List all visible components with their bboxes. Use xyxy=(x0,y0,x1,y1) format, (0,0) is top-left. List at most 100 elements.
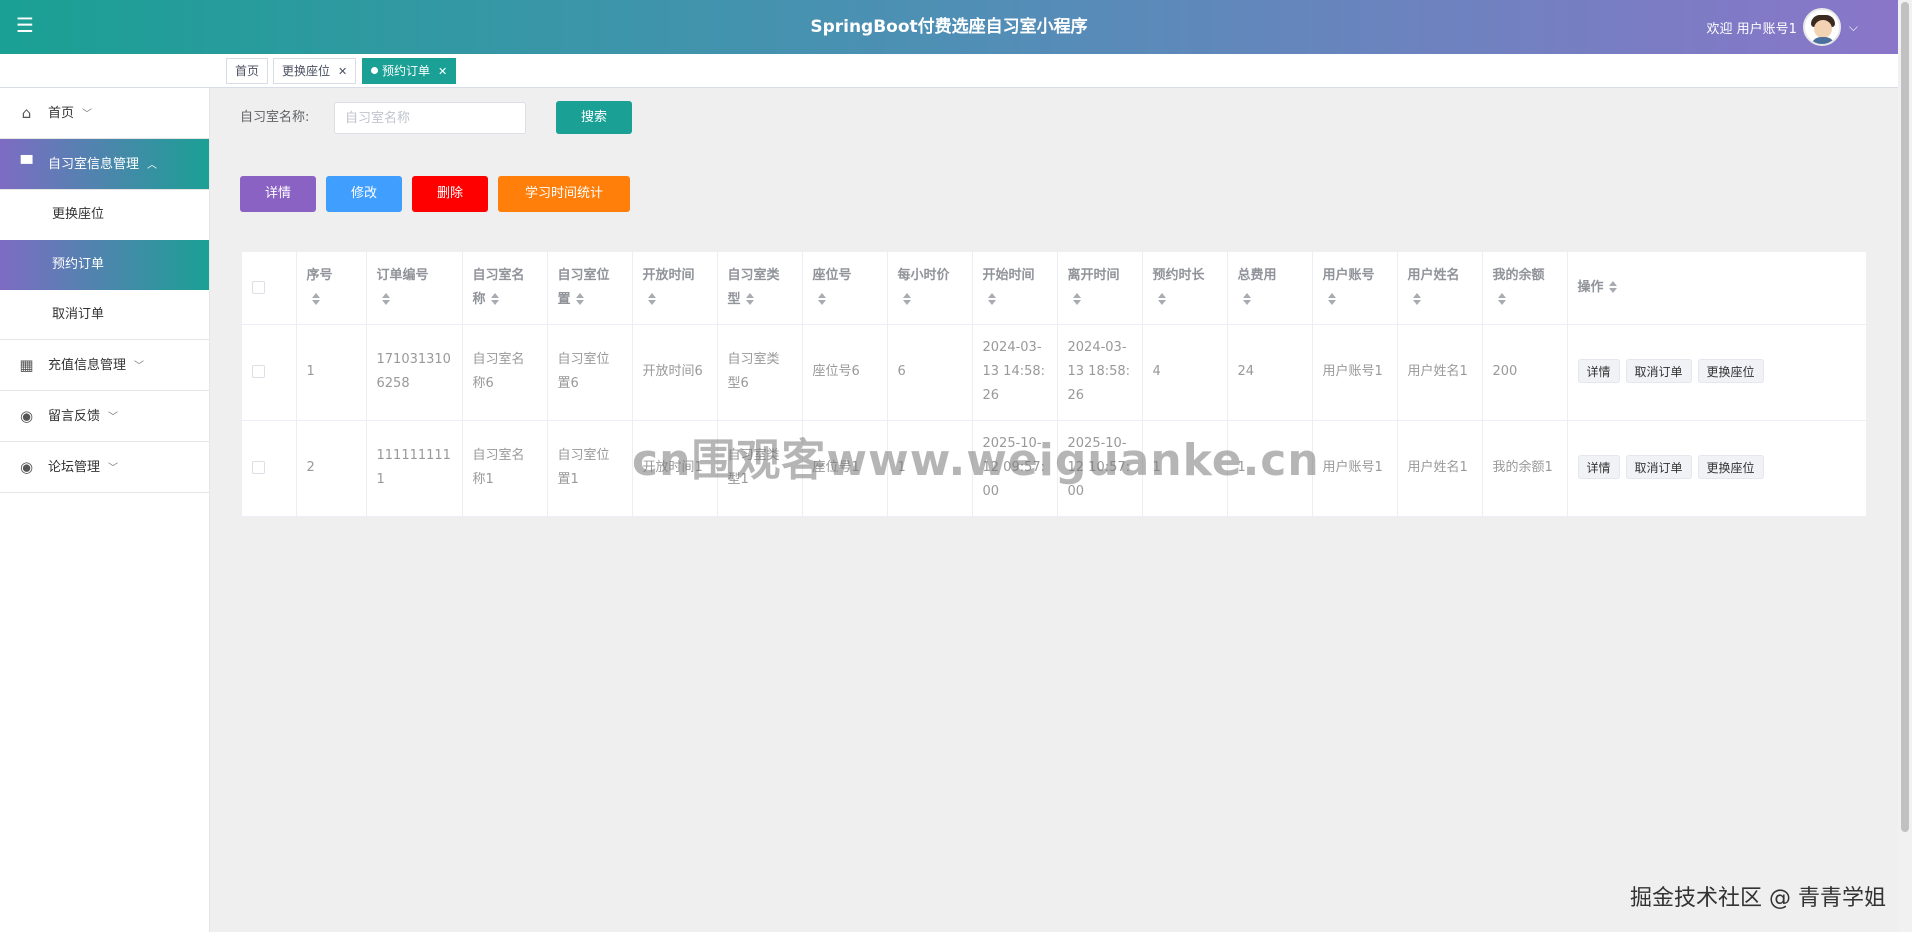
row-detail-button[interactable]: 详情 xyxy=(1577,359,1620,383)
tag-reservation-orders[interactable]: 预约订单 ✕ xyxy=(362,58,457,84)
column-header[interactable]: 开始时间 xyxy=(972,252,1058,325)
table-cell: 用户账号1 xyxy=(1312,420,1398,517)
tag-label: 预约订单 xyxy=(382,64,431,78)
footer-watermark: 掘金技术社区 @ 青青学姐 xyxy=(1630,886,1886,911)
avatar[interactable] xyxy=(1802,8,1841,46)
sort-icon[interactable] xyxy=(1157,292,1167,306)
table-cell: 1 xyxy=(1142,420,1228,517)
table-cell: 座位号1 xyxy=(802,420,888,517)
sort-icon[interactable] xyxy=(1327,292,1337,306)
sort-icon[interactable] xyxy=(311,292,321,306)
study-time-stats-button[interactable]: 学习时间统计 xyxy=(498,176,630,212)
column-header[interactable]: 预约时长 xyxy=(1142,252,1228,325)
page-scrollbar[interactable] xyxy=(1898,0,1912,932)
sidebar-item-change-seat[interactable]: 更换座位 xyxy=(0,190,209,240)
sort-icon[interactable] xyxy=(902,292,912,306)
edit-button[interactable]: 修改 xyxy=(326,176,402,212)
table-cell: 自习室位置6 xyxy=(547,324,633,421)
table-cell: 2024-03-13 14:58:26 xyxy=(972,324,1058,421)
column-header[interactable]: 序号 xyxy=(296,252,367,325)
column-header[interactable]: 订单编号 xyxy=(366,252,463,325)
chevron-down-icon: ﹀ xyxy=(82,109,93,120)
table-cell: 座位号6 xyxy=(802,324,888,421)
close-icon[interactable]: ✕ xyxy=(438,65,447,78)
sort-icon[interactable] xyxy=(647,292,657,306)
row-checkbox[interactable] xyxy=(252,461,265,474)
tag-home[interactable]: 首页 xyxy=(226,58,269,84)
sort-icon[interactable] xyxy=(1608,280,1618,294)
column-header[interactable]: 每小时价 xyxy=(887,252,973,325)
tags-bar: 首页 更换座位 ✕ 预约订单 ✕ xyxy=(0,54,1898,88)
column-header[interactable]: 座位号 xyxy=(802,252,888,325)
column-header[interactable]: 自习室位置 xyxy=(547,252,633,325)
sort-icon[interactable] xyxy=(575,292,585,306)
sort-icon[interactable] xyxy=(987,292,997,306)
column-header[interactable]: 操作 xyxy=(1567,252,1866,325)
column-header[interactable]: 离开时间 xyxy=(1057,252,1143,325)
tag-change-seat[interactable]: 更换座位 ✕ xyxy=(273,58,357,84)
sidebar-item-cancel-order[interactable]: 取消订单 xyxy=(0,290,209,340)
table-cell: 用户姓名1 xyxy=(1397,324,1483,421)
column-header[interactable]: 自习室名称 xyxy=(462,252,548,325)
table-cell: 自习室类型1 xyxy=(717,420,803,517)
search-input[interactable] xyxy=(334,102,526,134)
detail-button[interactable]: 详情 xyxy=(240,176,316,212)
sidebar-item-reservation-orders[interactable]: 预约订单 xyxy=(0,240,209,290)
scrollbar-thumb[interactable] xyxy=(1901,2,1909,832)
sort-icon[interactable] xyxy=(1242,292,1252,306)
select-all-checkbox[interactable] xyxy=(252,280,265,294)
sidebar: ⌂ 首页 ﹀ ▀ 自习室信息管理 ︿ 更换座位 预约订单 取消订单 ▦ 充值信息管理… xyxy=(0,88,210,932)
row-detail-button[interactable]: 详情 xyxy=(1577,455,1620,479)
sort-icon[interactable] xyxy=(745,292,755,306)
row-cancel-order-button[interactable]: 取消订单 xyxy=(1625,455,1692,479)
sort-icon[interactable] xyxy=(381,292,391,306)
tag-label: 更换座位 xyxy=(282,64,331,78)
table-cell: 用户账号1 xyxy=(1312,324,1398,421)
sort-icon[interactable] xyxy=(1412,292,1422,306)
sort-icon[interactable] xyxy=(817,292,827,306)
table-cell: 自习室类型6 xyxy=(717,324,803,421)
sort-icon[interactable] xyxy=(1072,292,1082,306)
sidebar-item-forum-management[interactable]: ◉ 论坛管理 ﹀ xyxy=(0,442,209,493)
column-header[interactable]: 用户姓名 xyxy=(1397,252,1483,325)
column-header[interactable]: 总费用 xyxy=(1227,252,1313,325)
sidebar-item-label: 预约订单 xyxy=(52,257,105,272)
sidebar-item-home[interactable]: ⌂ 首页 ﹀ xyxy=(0,88,209,139)
circle-icon: ◉ xyxy=(19,407,34,425)
row-change-seat-button[interactable]: 更换座位 xyxy=(1697,359,1764,383)
column-header[interactable]: 我的余额 xyxy=(1482,252,1568,325)
table-cell: 200 xyxy=(1482,324,1568,421)
search-button[interactable]: 搜索 xyxy=(556,101,632,134)
welcome-text: 欢迎 用户账号1 xyxy=(1706,21,1797,37)
close-icon[interactable]: ✕ xyxy=(338,65,347,78)
table-cell: 开放时间6 xyxy=(632,324,718,421)
column-header[interactable]: 自习室类型 xyxy=(717,252,803,325)
row-cancel-order-button[interactable]: 取消订单 xyxy=(1625,359,1692,383)
chevron-down-icon: ﹀ xyxy=(108,412,119,423)
sidebar-item-feedback[interactable]: ◉ 留言反馈 ﹀ xyxy=(0,391,209,442)
table-cell: 自习室位置1 xyxy=(547,420,633,517)
menu-toggle-icon[interactable]: ☰ xyxy=(16,13,40,37)
table-row[interactable]: 2 1111111111 自习室名称1 自习室位置1 开放时间1 自习室类型1 … xyxy=(242,420,1866,517)
column-header[interactable]: 用户账号 xyxy=(1312,252,1398,325)
sidebar-item-recharge-management[interactable]: ▦ 充值信息管理 ﹀ xyxy=(0,340,209,391)
chevron-down-icon[interactable]: ⌵ xyxy=(1849,20,1858,35)
sort-icon[interactable] xyxy=(1497,292,1507,306)
row-change-seat-button[interactable]: 更换座位 xyxy=(1697,455,1764,479)
column-header[interactable]: 开放时间 xyxy=(632,252,718,325)
table-cell: 用户姓名1 xyxy=(1397,420,1483,517)
row-actions-cell: 详情 取消订单 更换座位 xyxy=(1567,420,1866,517)
row-actions-cell: 详情 取消订单 更换座位 xyxy=(1567,324,1866,421)
sidebar-item-label: 自习室信息管理 xyxy=(48,157,140,172)
circle-icon: ◉ xyxy=(19,458,34,476)
sidebar-item-label: 留言反馈 xyxy=(48,409,101,424)
sidebar-item-label: 更换座位 xyxy=(52,207,105,222)
home-icon: ⌂ xyxy=(21,104,32,122)
sort-icon[interactable] xyxy=(490,292,500,306)
sidebar-item-study-room-management[interactable]: ▀ 自习室信息管理 ︿ xyxy=(0,139,209,190)
row-checkbox[interactable] xyxy=(252,365,265,378)
table-row[interactable]: 1 1710313106258 自习室名称6 自习室位置6 开放时间6 自习室类… xyxy=(242,324,1866,421)
chevron-down-icon: ﹀ xyxy=(134,361,145,372)
delete-button[interactable]: 删除 xyxy=(412,176,488,212)
user-menu[interactable]: 欢迎 用户账号1 ⌵ xyxy=(1706,8,1858,46)
